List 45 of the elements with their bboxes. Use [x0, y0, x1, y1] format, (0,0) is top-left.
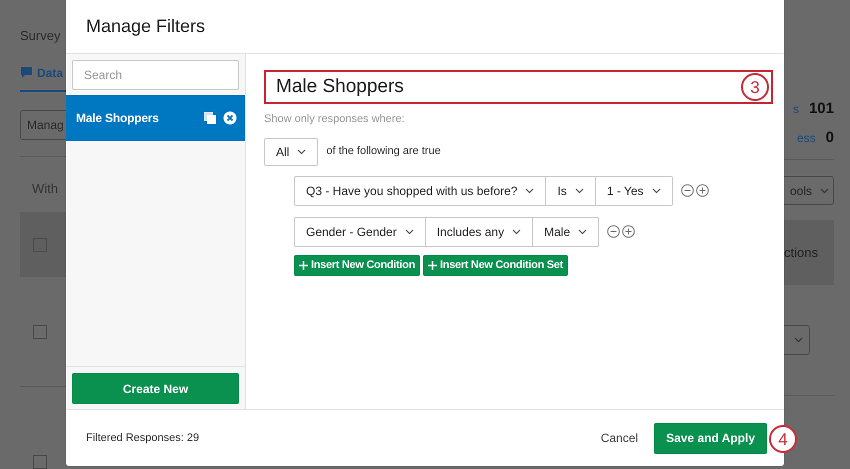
operator-dropdown[interactable]: Includes any: [426, 216, 534, 246]
checkbox[interactable]: [33, 455, 47, 469]
filter-item[interactable]: Male Shoppers: [66, 95, 245, 141]
chevron-icon: [404, 228, 414, 234]
remove-icon[interactable]: [680, 184, 694, 197]
stat-value: 0: [826, 128, 834, 148]
chevron-icon: [820, 188, 829, 194]
step-number: 4: [769, 425, 797, 453]
add-icon[interactable]: [622, 225, 636, 238]
value-dropdown[interactable]: Male: [533, 216, 600, 246]
insert-button[interactable]: Insert New Condition Set: [423, 254, 568, 276]
hint-text: Show only responses where:: [264, 112, 406, 127]
column-header: ctions: [784, 244, 818, 262]
subtitle: With: [31, 180, 59, 198]
checkbox[interactable]: [33, 324, 47, 338]
chevron-icon: [574, 188, 584, 194]
search-field[interactable]: Search: [72, 60, 239, 90]
stat-value: 101: [808, 99, 834, 119]
remove-icon[interactable]: [607, 225, 620, 238]
step-number: 3: [741, 73, 769, 101]
add-icon[interactable]: [696, 184, 709, 197]
close-icon[interactable]: [223, 111, 237, 125]
chat-icon: [20, 66, 33, 79]
chevron-icon: [512, 228, 522, 234]
save-and-apply-button[interactable]: Save and Apply: [654, 422, 767, 454]
chevron-icon: [578, 228, 588, 234]
match-text: of the following are true: [326, 144, 441, 160]
field-dropdown[interactable]: Gender - Gender: [294, 216, 426, 246]
field-dropdown[interactable]: Q3 - Have you shopped with us before?: [294, 176, 546, 206]
dialog-title: Manage Filters: [86, 15, 206, 38]
filtered-count: Filtered Responses: 29: [86, 430, 200, 446]
chevron-icon: [297, 148, 306, 154]
operator-dropdown[interactable]: Is: [546, 176, 596, 206]
cancel-button[interactable]: Cancel: [600, 429, 638, 447]
create-new-button[interactable]: Create New: [72, 373, 239, 404]
plus-icon: [428, 260, 438, 270]
insert-button[interactable]: Insert New Condition: [294, 254, 420, 276]
chevron-icon: [794, 337, 803, 343]
match-dropdown[interactable]: All: [264, 138, 318, 166]
plus-icon: [299, 260, 308, 270]
value-dropdown[interactable]: 1 - Yes: [596, 176, 673, 206]
copy-icon[interactable]: [203, 111, 217, 125]
chevron-icon: [525, 188, 534, 194]
chevron-icon: [652, 188, 661, 194]
nav-label[interactable]: Survey: [20, 26, 66, 46]
